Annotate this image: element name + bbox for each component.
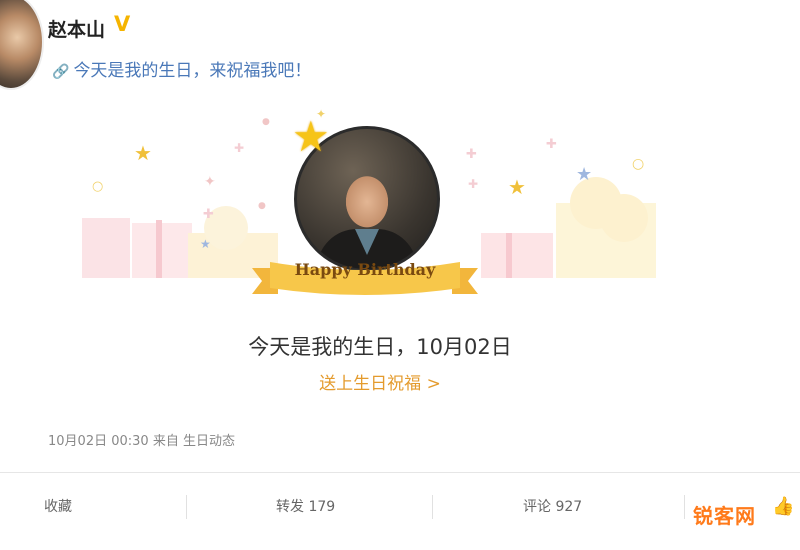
action-separator [186,495,187,519]
post-meta: 10月02日 00:30 来自 生日动态 [48,434,235,449]
divider [0,472,800,473]
svg-text:✚: ✚ [203,207,214,222]
svg-text:★: ★ [576,164,592,185]
favorite-button[interactable]: 收藏 [44,487,72,527]
svg-text:○: ○ [632,156,644,172]
user-avatar[interactable] [0,0,44,90]
action-separator [684,495,685,519]
star-icon: ★ [292,112,330,161]
svg-text:○: ○ [92,179,103,194]
comment-button[interactable]: 评论 927 [523,487,582,527]
verified-badge-icon: V [114,12,131,36]
link-icon: 🔗 [52,64,70,80]
birthday-card[interactable]: ★ ✦ ✚ ✚ ○ ● ★ ✦ ✚ ✚ ✚ ★ ★ ○ ● ★ Happy Bi… [76,108,656,408]
svg-text:✦: ✦ [204,174,216,190]
svg-text:●: ● [258,201,266,211]
thumbs-up-icon[interactable]: 👍 [772,496,794,517]
post-text-content: 今天是我的生日，来祝福我吧！ [73,61,312,81]
username[interactable]: 赵本山 [48,15,105,42]
svg-text:●: ● [262,117,270,127]
action-separator [432,495,433,519]
svg-text:★: ★ [200,237,211,251]
birthday-title: 今天是我的生日，10月02日 [248,335,512,359]
post-actions-bar: 收藏 转发 179 评论 927 [0,487,800,527]
svg-text:✚: ✚ [466,147,477,162]
send-birthday-wishes-link[interactable]: 送上生日祝福 > [0,369,760,394]
repost-button[interactable]: 转发 179 [276,487,335,527]
svg-text:✚: ✚ [234,141,244,155]
watermark: 锐客网 [693,504,756,528]
svg-text:✚: ✚ [546,137,557,152]
svg-text:✚: ✚ [468,177,478,191]
post-text: 🔗 今天是我的生日，来祝福我吧！ [52,56,311,81]
svg-text:★: ★ [508,175,526,199]
svg-text:★: ★ [134,141,152,165]
ribbon-text: Happy Birthday [294,260,436,279]
